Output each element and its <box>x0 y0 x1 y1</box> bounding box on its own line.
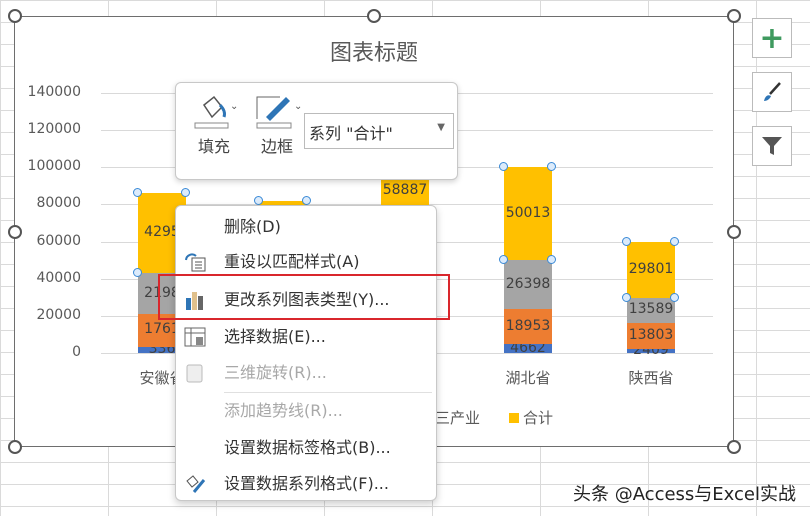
3d-cube-icon <box>186 364 203 383</box>
selection-handle <box>622 292 631 302</box>
filter-icon <box>762 137 782 155</box>
select-data-icon <box>184 327 206 347</box>
y-tick-label: 20000 <box>36 306 81 323</box>
x-category-label: 湖北省 <box>505 369 551 387</box>
watermark: 头条 @Access与Excel实战 <box>572 484 796 505</box>
data-label[interactable]: 50013 <box>504 205 552 221</box>
data-label[interactable]: 29801 <box>627 261 675 277</box>
y-tick-label: 60000 <box>36 232 81 249</box>
selection-handle <box>670 292 679 302</box>
legend-swatch <box>509 413 519 423</box>
y-tick-label: 0 <box>72 344 81 360</box>
resize-handle[interactable] <box>367 9 381 23</box>
legend-item-total[interactable]: 合计 <box>509 407 553 428</box>
plus-icon: + <box>759 20 785 56</box>
selection-handle <box>254 195 263 205</box>
highlight-box <box>158 274 450 320</box>
menu-item-delete[interactable]: 删除(D) <box>176 212 436 242</box>
chart-title[interactable]: 图表标题 <box>15 35 733 67</box>
data-label[interactable]: 13589 <box>627 301 675 317</box>
chart-elements-button[interactable]: + <box>752 18 792 58</box>
brush-icon <box>764 82 781 101</box>
y-tick-label: 40000 <box>36 269 81 286</box>
selection-handle <box>547 255 556 265</box>
resize-handle[interactable] <box>727 9 741 23</box>
selection-handle <box>302 195 311 205</box>
y-tick-label: 120000 <box>27 121 81 138</box>
legend-item-tertiary[interactable]: 三产业 <box>435 407 480 428</box>
dropdown-arrow-icon: ▼ <box>437 122 445 133</box>
selection-handle <box>181 188 190 198</box>
menu-item-format-data-labels[interactable]: 设置数据标签格式(B)... <box>176 433 436 463</box>
context-menu: 删除(D) 重设以匹配样式(A) 更改系列图表类型(Y)... 选择数据(E).… <box>175 205 437 501</box>
y-tick-label: 140000 <box>27 84 81 100</box>
fill-label: 填充 <box>197 137 230 156</box>
resize-handle[interactable] <box>727 440 741 454</box>
border-button[interactable]: ⌄ 边框 <box>252 91 302 157</box>
x-category-label: 陕西省 <box>628 369 674 387</box>
menu-item-format-data-series[interactable]: 设置数据系列格式(F)... <box>176 469 436 499</box>
resize-handle[interactable] <box>8 440 22 454</box>
menu-separator <box>224 392 432 393</box>
selection-handle <box>670 237 679 247</box>
data-label[interactable]: 18953 <box>504 318 552 334</box>
resize-handle[interactable] <box>8 9 22 23</box>
resize-handle[interactable] <box>8 225 22 239</box>
resize-handle[interactable] <box>727 225 741 239</box>
paint-bucket-icon: ⌄ <box>194 95 238 129</box>
menu-item-add-trendline[interactable]: 添加趋势线(R)... <box>176 396 436 426</box>
data-label[interactable]: 58887 <box>381 182 429 198</box>
border-label: 边框 <box>260 137 293 156</box>
menu-item-select-data[interactable]: 选择数据(E)... <box>176 322 436 352</box>
menu-item-3d-rotation[interactable]: 三维旋转(R)... <box>176 358 436 388</box>
format-series-icon <box>186 475 206 493</box>
reset-style-icon <box>185 253 206 272</box>
chart-filters-button[interactable] <box>752 126 792 166</box>
selection-handle <box>547 162 556 172</box>
data-label[interactable]: 13803 <box>627 327 675 343</box>
y-tick-label: 100000 <box>27 158 81 175</box>
fill-button[interactable]: ⌄ 填充 <box>190 91 238 157</box>
svg-text:⌄: ⌄ <box>230 101 238 112</box>
svg-text:⌄: ⌄ <box>294 101 302 112</box>
pencil-border-icon: ⌄ <box>256 96 302 129</box>
chart-styles-button[interactable] <box>752 72 792 112</box>
menu-item-reset-style[interactable]: 重设以匹配样式(A) <box>176 247 436 277</box>
y-tick-label: 80000 <box>36 195 81 212</box>
format-mini-toolbar: ⌄ 填充 ⌄ 边框 系列 "合计" ▼ <box>175 82 458 180</box>
series-select[interactable]: 系列 "合计" ▼ <box>304 113 454 149</box>
data-label[interactable]: 26398 <box>504 276 552 292</box>
